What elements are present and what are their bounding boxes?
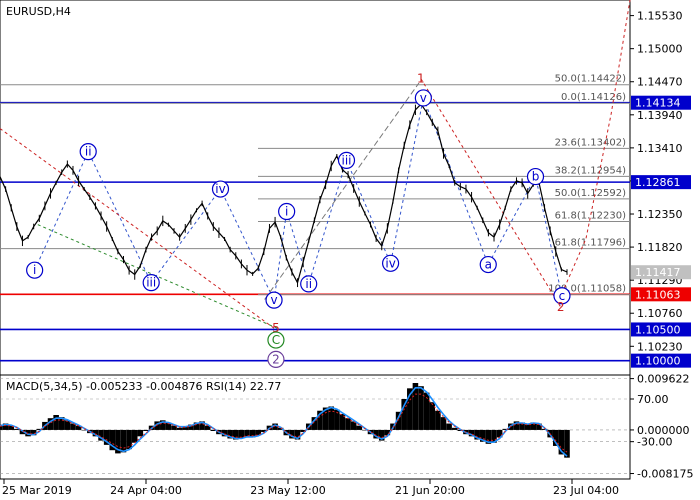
price-label: 1.10000 [635,355,681,368]
price-label: 1.11417 [635,266,681,279]
macd-bar [401,399,407,430]
wave-label: ii [85,145,92,159]
eurusd-chart: 50.0(1.14422) 0.0(1.14126) 23.6(1.13402) 38… [0,0,693,497]
macd-bar [137,429,144,437]
macd-bar [524,424,531,430]
macd-bar [131,429,138,443]
wave-label: b [532,170,540,184]
wave-label: iv [385,256,395,270]
price-tick-label: 1.11820 [637,241,683,254]
price-tick-label: 1.15000 [637,43,683,56]
date-axis: 25 Mar 2019 24 Apr 04:00 23 May 12:00 21 Ju… [2,479,619,497]
price-tick-label: 1.13940 [637,109,683,122]
fib-label: 61.8(1.12230) [555,211,627,222]
date-tick-label: 24 Apr 04:00 [110,484,182,497]
wave-label: i [285,205,288,219]
indicator-axis: 0.00962270.000.000000-30.00-0.008175 [630,373,693,481]
wave-label: 2 [272,352,280,366]
fib-label: 50.0(1.14422) [555,74,627,85]
wave-label: iii [341,153,351,167]
fib-label: 61.8(1.11796) [555,238,627,249]
price-tick-label: 1.13410 [637,142,683,155]
fib-label: 23.6(1.13402) [555,137,627,148]
wave-label: 1 [417,72,425,86]
macd-bar [53,415,59,430]
macd-bar [120,429,127,453]
macd-bar [418,386,424,430]
price-label: 1.11063 [635,288,681,301]
date-tick-label: 23 Jul 04:00 [553,484,619,497]
indicator-tick-label: -0.008175 [637,468,693,481]
macd-bar [345,418,351,430]
price-tick-label: 1.10760 [637,307,683,320]
indicator-tick-label: -30.00 [637,436,672,449]
wave-label: a [485,258,492,272]
price-panel: 50.0(1.14422) 0.0(1.14126) 23.6(1.13402) 38… [0,0,631,376]
fib-label: 50.0(1.12592) [555,188,627,199]
price-label: 1.10500 [635,323,681,336]
macd-bar [446,423,452,430]
wave-label: C [272,333,280,347]
macd-bar [126,429,132,450]
wave-label: 2 [557,300,565,314]
price-tick-label: 1.14470 [637,76,683,89]
fib-label: 38.2(1.12954) [555,165,627,176]
macd-bar [451,427,458,430]
price-label: 1.12861 [635,176,681,189]
macd-bar [328,406,334,430]
wave-label: v [420,91,427,105]
indicator-label: MACD(5,34,5) -0.005233 -0.004876 RSI(14)… [6,380,281,393]
indicator-tick-label: 0.009622 [637,373,690,386]
symbol-title: EURUSD,H4 [6,5,71,18]
wave-label: i [33,263,36,277]
price-tick-label: 1.10230 [637,340,683,353]
price-label: 1.14134 [635,97,681,110]
date-tick-label: 25 Mar 2019 [2,484,72,497]
price-tick-label: 1.15530 [637,10,683,23]
price-labels: 1.14134 1.12861 1.11417 1.11063 1.10500 1.100… [631,95,691,368]
macd-bar [176,427,183,430]
price-tick-label: 1.12350 [637,208,683,221]
date-tick-label: 23 May 12:00 [250,484,325,497]
wave-label: iii [146,276,156,290]
date-tick-label: 21 Jun 20:00 [395,484,465,497]
wave-label: v [270,293,277,307]
wave-label: ii [305,277,312,291]
fib-label: 0.0(1.14126) [561,92,626,103]
indicator-tick-label: 70.00 [637,393,669,406]
wave-label: iv [215,182,225,196]
